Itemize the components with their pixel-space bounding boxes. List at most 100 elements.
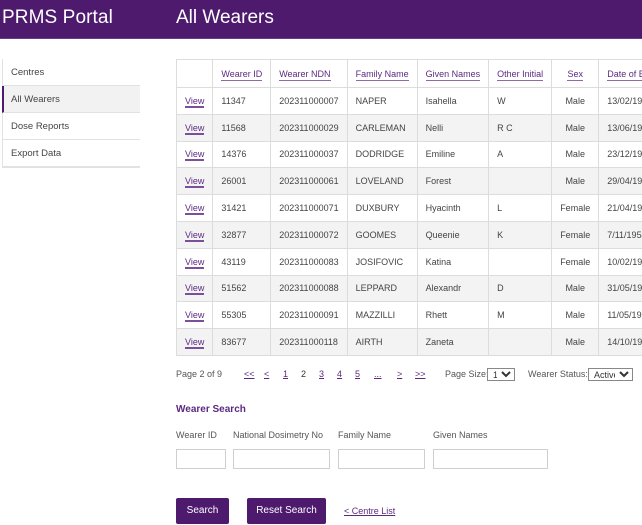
page-link-3[interactable]: 3 — [319, 369, 324, 379]
cell-given-names: Nelli — [416, 113, 490, 142]
cell-wearer-ndn: 202311000037 — [270, 140, 348, 169]
family-name-input[interactable] — [338, 449, 425, 469]
table-row: View 14376 202311000037 DODRIDGE Emiline A Mal… — [176, 140, 642, 169]
cell-date-of-birth: 7/11/1954 — [598, 220, 642, 249]
cell-wearer-ndn: 202311000083 — [270, 247, 348, 276]
wearer-status-select[interactable]: Active — [588, 368, 633, 381]
national-dosimetry-no-label: National Dosimetry No — [233, 430, 324, 440]
sidebar-item-centres[interactable]: Centres — [3, 59, 140, 86]
cell-date-of-birth: 13/06/1983 — [598, 113, 642, 142]
cell-other-initial — [488, 247, 553, 276]
next-page-link[interactable]: > — [397, 369, 402, 379]
first-page-link[interactable]: << — [244, 369, 255, 379]
cell-given-names: Emiline — [416, 140, 490, 169]
page-link-4[interactable]: 4 — [337, 369, 342, 379]
cell-family-name: DODRIDGE — [346, 140, 418, 169]
page-link-ellipsis[interactable]: ... — [374, 369, 382, 379]
brand-title[interactable]: PRMS Portal — [2, 7, 113, 29]
family-name-label: Family Name — [338, 430, 392, 440]
view-link[interactable]: View — [185, 337, 205, 350]
cell-other-initial: A — [488, 140, 553, 169]
page-link-5[interactable]: 5 — [355, 369, 360, 379]
view-link[interactable]: View — [185, 203, 205, 216]
sidebar-item-all-wearers[interactable]: All Wearers — [2, 86, 140, 113]
cell-wearer-id: 11347 — [212, 87, 272, 115]
sort-link-family-name[interactable]: Family Name — [355, 68, 409, 81]
col-header-family-name[interactable]: Family Name — [346, 59, 418, 88]
cell-date-of-birth: 13/02/1957 — [598, 87, 642, 115]
centre-list-link[interactable]: < Centre List — [344, 506, 395, 516]
sort-link-other-initial[interactable]: Other Initial — [497, 68, 544, 81]
table-row: View 83677 202311000118 AIRTH Zaneta Male 14/1… — [176, 328, 642, 356]
table-row: View 55305 202311000091 MAZZILLI Rhett M Male 1… — [176, 301, 642, 330]
cell-given-names: Queenie — [416, 220, 490, 249]
prev-page-link[interactable]: < — [264, 369, 269, 379]
cell-view: View — [176, 167, 214, 196]
col-header-wearer-id[interactable]: Wearer ID — [212, 59, 272, 88]
view-link[interactable]: View — [185, 256, 205, 269]
wearer-search-heading: Wearer Search — [176, 404, 246, 415]
cell-other-initial — [488, 328, 553, 356]
national-dosimetry-no-input[interactable] — [233, 449, 330, 469]
col-header-other-initial[interactable]: Other Initial — [488, 59, 553, 88]
sort-link-sex[interactable]: Sex — [567, 68, 583, 81]
table-row: View 43119 202311000083 JOSIFOVIC Katina Fema… — [176, 247, 642, 276]
view-link[interactable]: View — [185, 283, 205, 296]
table-row: View 26001 202311000061 LOVELAND Forest Male 2… — [176, 167, 642, 196]
view-link[interactable]: View — [185, 310, 205, 323]
cell-family-name: NAPER — [346, 87, 418, 115]
cell-wearer-id: 51562 — [212, 274, 272, 303]
last-page-link[interactable]: >> — [415, 369, 426, 379]
cell-date-of-birth: 23/12/1948 — [598, 140, 642, 169]
wearer-id-input[interactable] — [176, 449, 226, 469]
cell-family-name: MAZZILLI — [346, 301, 418, 330]
col-header-date-of-birth[interactable]: Date of Birth — [598, 59, 642, 88]
cell-date-of-birth: 14/10/1982 — [598, 328, 642, 356]
cell-wearer-ndn: 202311000007 — [270, 87, 348, 115]
cell-given-names: Isahella — [416, 87, 490, 115]
col-header-wearer-ndn[interactable]: Wearer NDN — [270, 59, 348, 88]
given-names-label: Given Names — [433, 430, 488, 440]
cell-wearer-ndn: 202311000088 — [270, 274, 348, 303]
cell-other-initial: M — [488, 301, 553, 330]
wearers-table-wrap: Wearer ID Wearer NDN Family Name Given N… — [176, 59, 642, 356]
cell-view: View — [176, 220, 214, 249]
cell-wearer-ndn: 202311000061 — [270, 167, 348, 196]
cell-family-name: AIRTH — [346, 328, 418, 356]
cell-sex: Male — [551, 87, 600, 115]
sort-link-date-of-birth[interactable]: Date of Birth — [607, 68, 642, 81]
reset-search-button[interactable]: Reset Search — [247, 498, 326, 524]
search-button[interactable]: Search — [176, 498, 229, 524]
view-link[interactable]: View — [185, 229, 205, 242]
cell-sex: Male — [551, 140, 600, 169]
cell-date-of-birth: 29/04/1956 — [598, 167, 642, 196]
cell-given-names: Zaneta — [416, 328, 490, 356]
view-link[interactable]: View — [185, 176, 205, 189]
cell-family-name: JOSIFOVIC — [346, 247, 418, 276]
page-title: All Wearers — [176, 7, 274, 28]
pagination-bar: Page 2 of 9 << < 1 2 3 4 5 ... > >> Page… — [176, 368, 642, 383]
col-header-sex[interactable]: Sex — [551, 59, 600, 88]
sidebar-item-export-data[interactable]: Export Data — [3, 140, 140, 167]
wearer-id-label: Wearer ID — [176, 430, 217, 440]
table-row: View 11347 202311000007 NAPER Isahella W Male 1… — [176, 87, 642, 115]
page-link-1[interactable]: 1 — [283, 369, 288, 379]
cell-view: View — [176, 87, 214, 115]
view-link[interactable]: View — [185, 95, 205, 108]
table-header-row: Wearer ID Wearer NDN Family Name Given N… — [176, 59, 642, 88]
cell-sex: Male — [551, 113, 600, 142]
cell-other-initial: L — [488, 194, 553, 222]
sidebar-item-dose-reports[interactable]: Dose Reports — [3, 113, 140, 140]
cell-family-name: CARLEMAN — [346, 113, 418, 142]
sort-link-given-names[interactable]: Given Names — [425, 68, 481, 81]
page-size-select[interactable]: 10 — [487, 368, 515, 381]
view-link[interactable]: View — [185, 122, 205, 135]
sort-link-wearer-id[interactable]: Wearer ID — [221, 68, 263, 81]
sort-link-wearer-ndn[interactable]: Wearer NDN — [279, 68, 331, 81]
cell-family-name: LOVELAND — [346, 167, 418, 196]
view-link[interactable]: View — [185, 149, 205, 162]
given-names-input[interactable] — [433, 449, 548, 469]
cell-sex: Male — [551, 301, 600, 330]
cell-wearer-ndn: 202311000029 — [270, 113, 348, 142]
col-header-given-names[interactable]: Given Names — [416, 59, 490, 88]
